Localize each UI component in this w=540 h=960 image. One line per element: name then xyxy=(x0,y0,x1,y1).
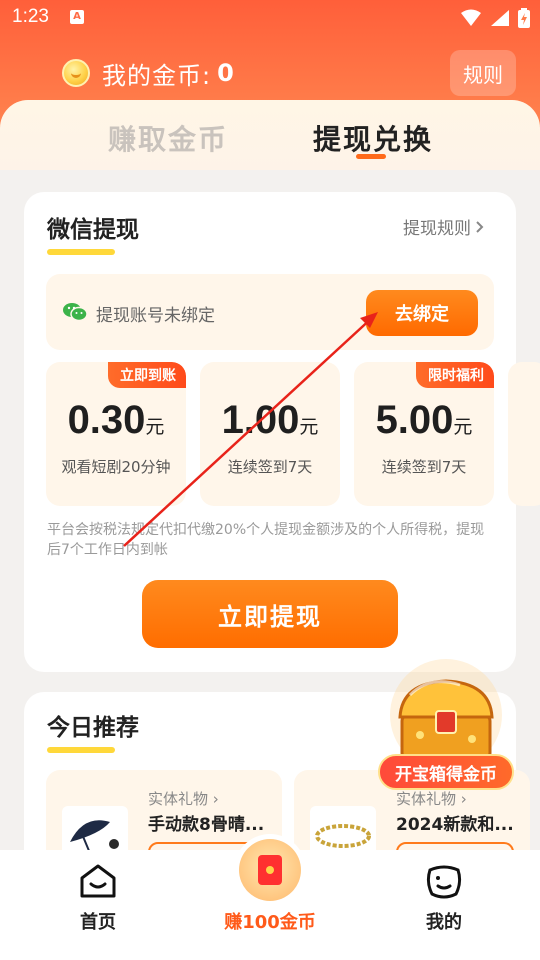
product-category: 实体礼物 › xyxy=(396,790,467,808)
active-tab-indicator xyxy=(356,154,386,159)
nav-home-label: 首页 xyxy=(80,912,116,933)
withdraw-rules-label: 提现规则 xyxy=(403,219,471,239)
coin-value: 0 xyxy=(217,59,234,87)
recommend-title: 今日推荐 xyxy=(47,715,139,741)
amount-tag: 立即到账 xyxy=(108,362,186,388)
nav-earn[interactable] xyxy=(234,834,306,906)
withdraw-now-button[interactable]: 立即提现 xyxy=(142,580,398,648)
nav-earn-label[interactable]: 赚100金币 xyxy=(210,908,330,934)
amount-option-more[interactable] xyxy=(508,362,540,506)
status-time: 1:23 xyxy=(12,6,49,27)
amount-value: 5.00 xyxy=(375,398,454,442)
nav-mine-label: 我的 xyxy=(426,912,462,933)
title-underline xyxy=(47,249,115,255)
home-icon xyxy=(80,864,116,898)
amount-option-2[interactable]: 1.00元 连续签到7天 xyxy=(200,362,340,506)
recommend-underline xyxy=(47,747,115,753)
coin-label: 我的金币: xyxy=(102,61,212,90)
amount-desc: 观看短剧20分钟 xyxy=(61,458,171,476)
profile-face-icon xyxy=(426,865,462,899)
amount-unit: 元 xyxy=(453,417,473,438)
amount-tag: 限时福利 xyxy=(416,362,494,388)
wechat-icon xyxy=(63,303,88,322)
tab-panel xyxy=(0,100,540,170)
bind-account-button[interactable]: 去绑定 xyxy=(366,290,478,336)
amount-value: 0.30 xyxy=(67,398,146,442)
app-notification-icon: A xyxy=(70,10,84,24)
withdraw-rules-link[interactable]: 提现规则 xyxy=(403,214,485,239)
tab-withdraw-exchange[interactable]: 提现兑换 xyxy=(313,118,433,158)
amount-desc: 连续签到7天 xyxy=(227,458,313,476)
tab-earn-coins[interactable]: 赚取金币 xyxy=(108,118,228,158)
amount-option-3[interactable]: 限时福利 5.00元 连续签到7天 xyxy=(354,362,494,506)
chevron-right-icon xyxy=(476,220,484,233)
rules-button[interactable]: 规则 xyxy=(450,50,516,96)
amount-option-1[interactable]: 立即到账 0.30元 观看短剧20分钟 xyxy=(46,362,186,506)
amount-unit: 元 xyxy=(145,417,165,438)
nav-home[interactable]: 首页 xyxy=(48,862,148,934)
nav-mine[interactable]: 我的 xyxy=(394,862,494,934)
tax-note: 平台会按税法规定代扣代缴20%个人提现金额涉及的个人所得税，提现后7个工作日内到… xyxy=(47,522,485,558)
battery-icon xyxy=(518,8,530,28)
gold-coin-icon xyxy=(62,59,90,87)
product-name: 手动款8骨晴... xyxy=(148,815,265,835)
amount-unit: 元 xyxy=(299,417,319,438)
my-coins: 我的金币: 0 xyxy=(62,56,234,90)
status-bar: 1:23 A xyxy=(0,0,540,36)
red-packet-icon xyxy=(258,855,282,885)
product-category: 实体礼物 › xyxy=(148,790,219,808)
account-status-text: 提现账号未绑定 xyxy=(96,306,215,326)
treasure-label[interactable]: 开宝箱得金币 xyxy=(378,754,514,790)
card-title: 微信提现 xyxy=(47,217,139,243)
product-name: 2024新款和... xyxy=(396,815,514,835)
signal-icon xyxy=(491,10,509,26)
status-icons xyxy=(460,8,530,28)
amount-desc: 连续签到7天 xyxy=(381,458,467,476)
wifi-icon xyxy=(461,9,481,26)
amount-value: 1.00 xyxy=(221,398,300,442)
